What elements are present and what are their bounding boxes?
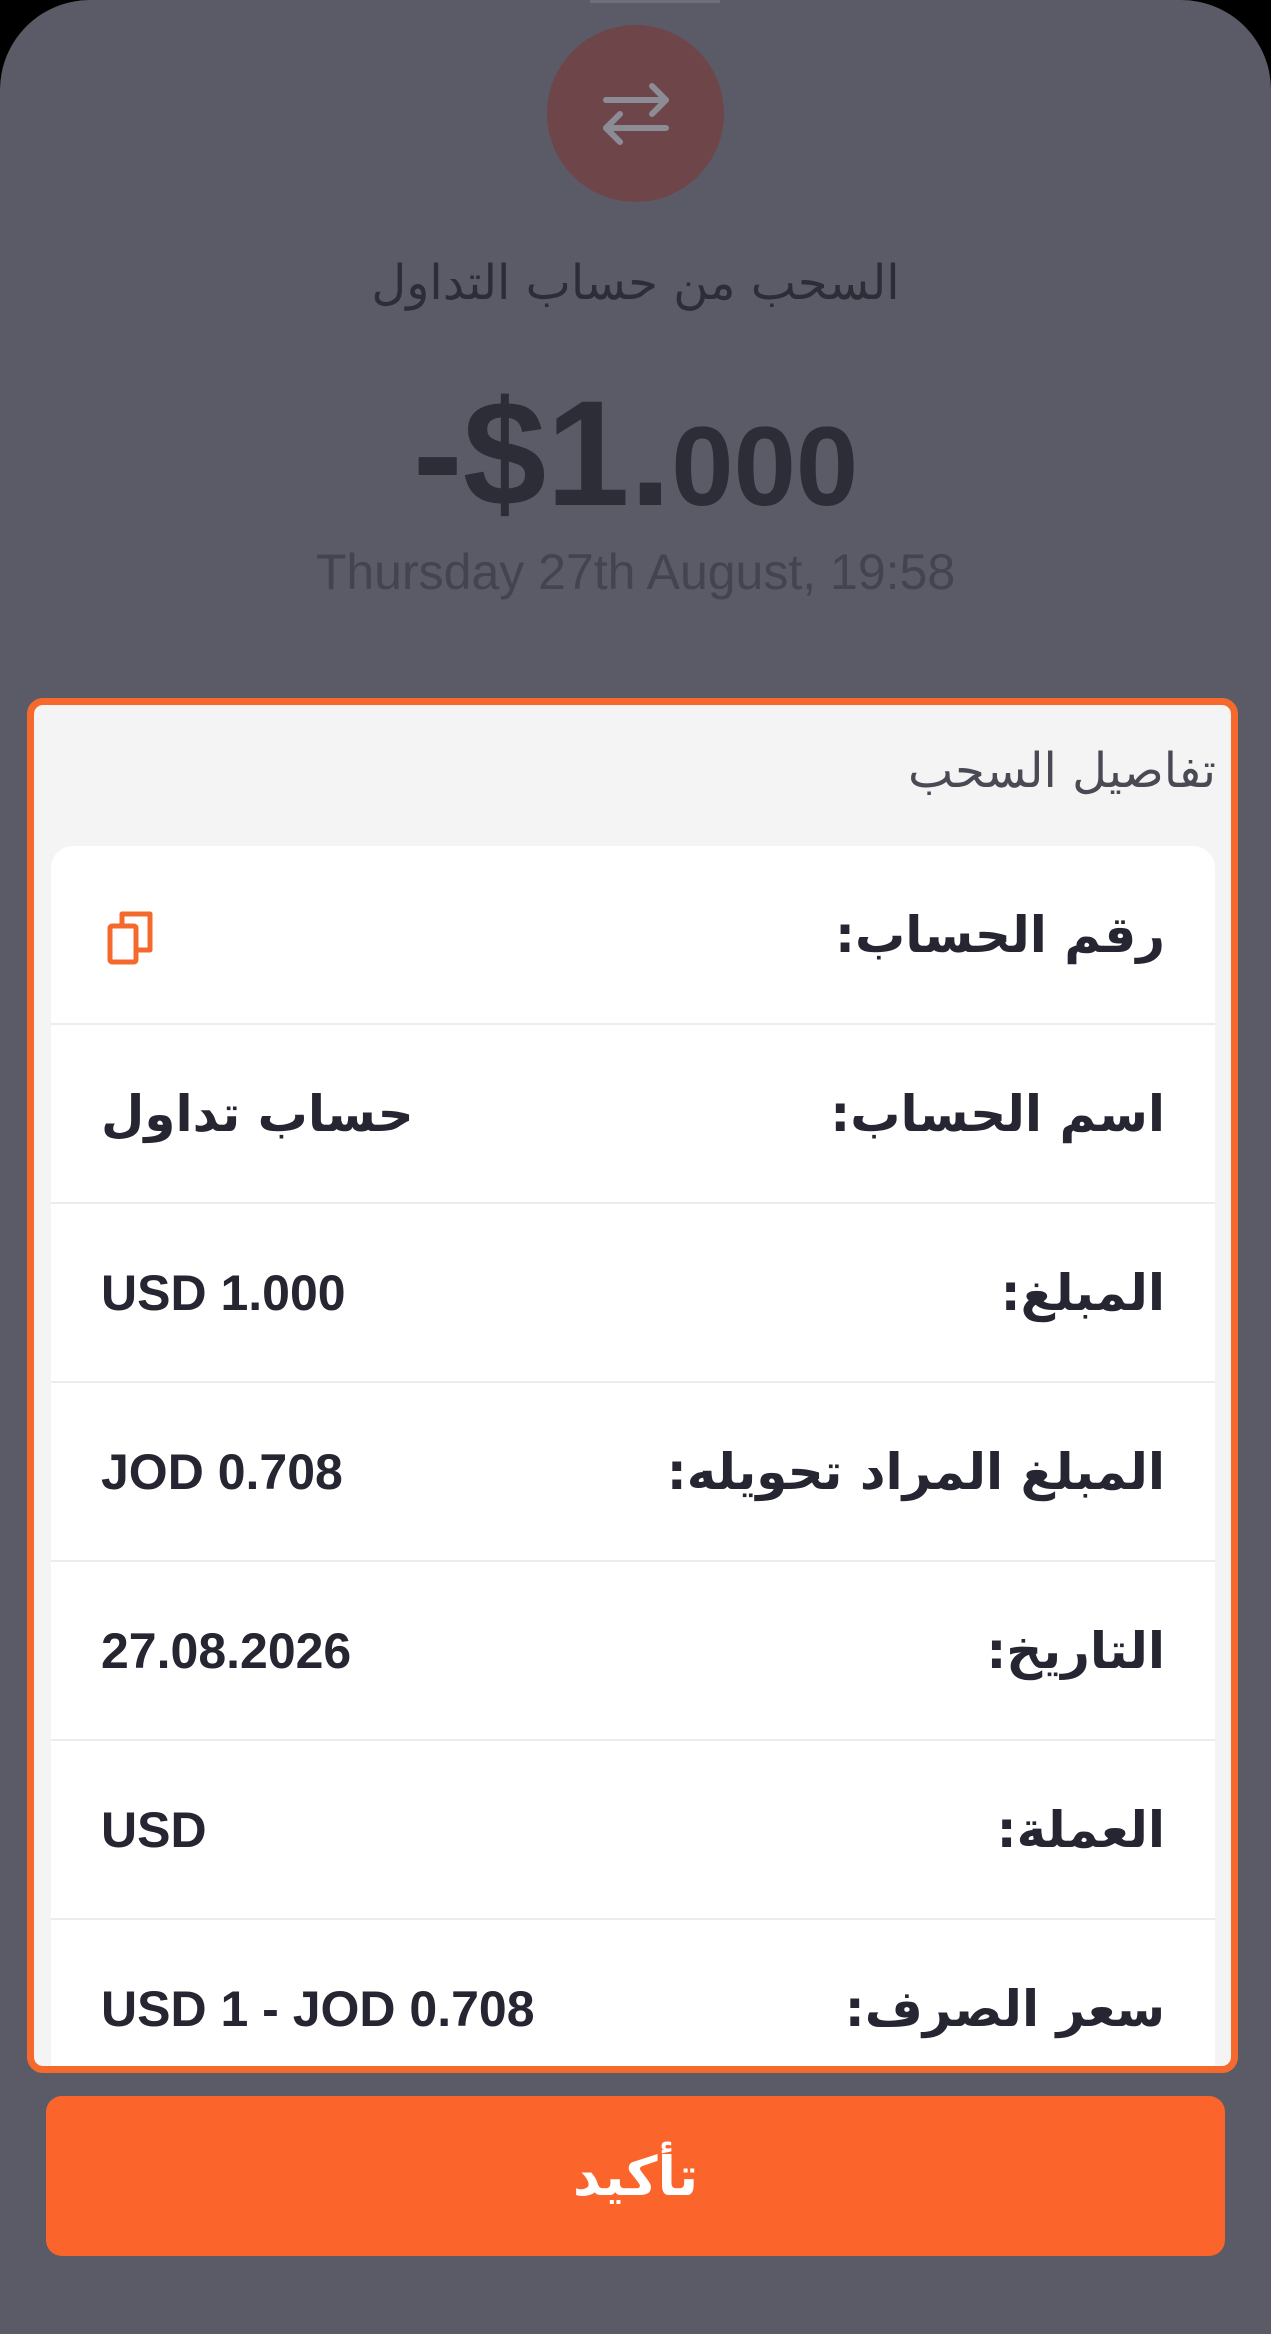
row-currency: العملة: USD [51,1741,1215,1920]
top-notch-line [590,0,720,3]
row-amount: المبلغ: USD 1.000 [51,1204,1215,1383]
confirm-button[interactable]: تأكيد [46,2096,1225,2256]
withdrawal-details-panel: تفاصيل السحب رقم الحساب: اسم الحساب: حسا… [27,698,1238,2073]
amount-decimal: 000 [671,404,859,529]
row-label: المبلغ المراد تحويله: [666,1443,1165,1501]
row-value: حساب تداول [101,1085,414,1143]
row-date: التاريخ: 27.08.2026 [51,1562,1215,1741]
row-account-name: اسم الحساب: حساب تداول [51,1025,1215,1204]
withdrawal-confirmation-screen: السحب من حساب التداول -$1.000 Thursday 2… [0,0,1271,2334]
transaction-amount: -$1.000 [0,378,1271,528]
row-value: USD 1 - JOD 0.708 [101,1981,535,2037]
row-value: USD 1.000 [101,1265,346,1321]
row-account-number: رقم الحساب: [51,846,1215,1025]
row-value: USD [101,1802,207,1858]
row-value: 27.08.2026 [101,1623,352,1679]
row-label: اسم الحساب: [830,1085,1165,1143]
row-label: المبلغ: [1000,1264,1165,1322]
transfer-arrows-icon [547,25,724,202]
amount-main: -$1. [412,369,672,537]
transaction-datetime: Thursday 27th August, 19:58 [315,544,956,600]
row-label: رقم الحساب: [835,906,1165,964]
row-label: العملة: [996,1801,1165,1859]
row-label: التاريخ: [986,1622,1165,1680]
copy-icon[interactable] [106,910,156,966]
row-value: JOD 0.708 [101,1444,343,1500]
details-rows-card: رقم الحساب: اسم الحساب: حساب تداول المبل… [51,846,1215,2066]
row-exchange-rate: سعر الصرف: USD 1 - JOD 0.708 [51,1920,1215,2066]
transaction-title: السحب من حساب التداول [371,255,900,311]
row-label: سعر الصرف: [844,1980,1165,2038]
row-converted-amount: المبلغ المراد تحويله: JOD 0.708 [51,1383,1215,1562]
details-title: تفاصيل السحب [907,743,1216,799]
